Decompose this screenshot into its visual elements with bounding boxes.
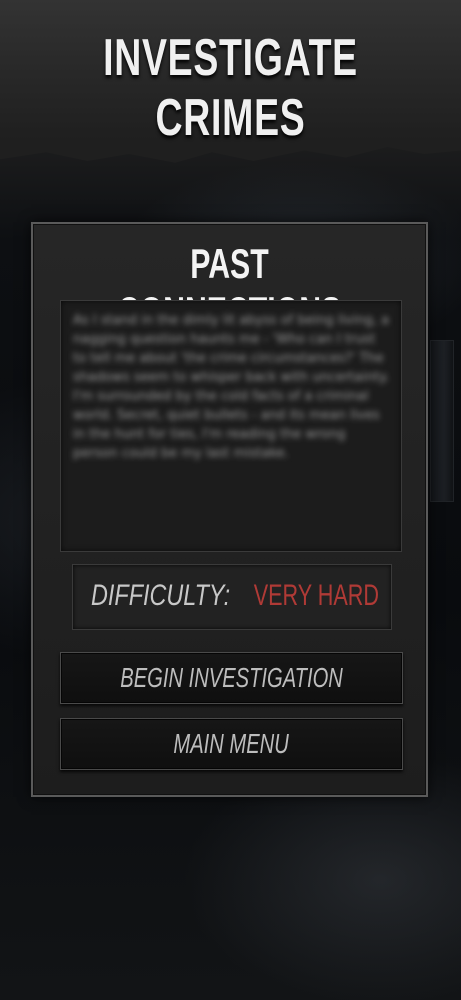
background-window-decor bbox=[430, 340, 454, 502]
mission-description-text: As I stand in the dimly lit abyss of bei… bbox=[73, 313, 390, 461]
mission-description-box: As I stand in the dimly lit abyss of bei… bbox=[60, 300, 402, 552]
begin-investigation-button[interactable]: BEGIN INVESTIGATION bbox=[60, 652, 403, 704]
mission-panel: PAST CONNECTIONS As I stand in the dimly… bbox=[31, 222, 428, 797]
main-menu-label: MAIN MENU bbox=[173, 728, 290, 759]
difficulty-value: VERY HARD bbox=[253, 579, 379, 612]
difficulty-label: DIFFICULTY: bbox=[91, 579, 231, 612]
begin-investigation-label: BEGIN INVESTIGATION bbox=[120, 662, 343, 693]
difficulty-box: DIFFICULTY: VERY HARD bbox=[72, 564, 392, 630]
page-title: INVESTIGATE CRIMES bbox=[103, 29, 358, 147]
main-menu-button[interactable]: MAIN MENU bbox=[60, 718, 403, 770]
